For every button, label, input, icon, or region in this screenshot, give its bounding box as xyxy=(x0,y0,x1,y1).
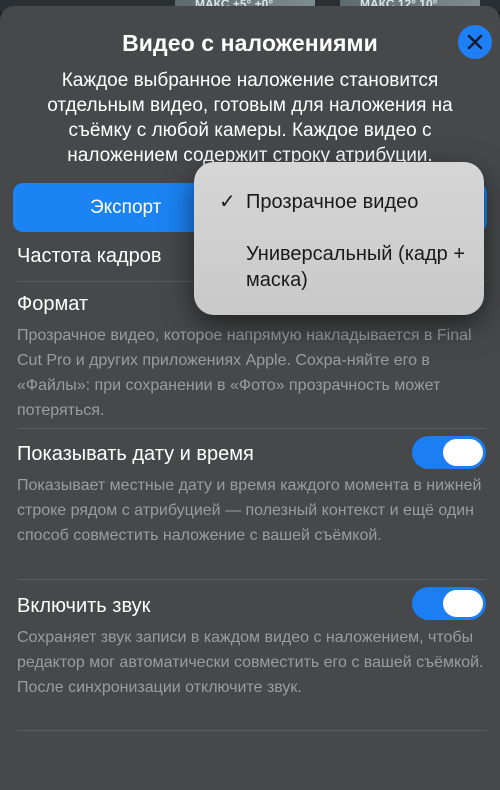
frame-rate-label[interactable]: Частота кадров xyxy=(17,245,162,268)
divider xyxy=(17,730,487,731)
show-datetime-toggle[interactable] xyxy=(412,436,486,469)
checkmark-icon: ✓ xyxy=(219,191,236,213)
sheet-title: Видео с наложениями xyxy=(122,30,378,56)
format-option-label: Универсальный (кадр + маска) xyxy=(246,243,466,291)
divider xyxy=(17,579,487,580)
sound-toggle[interactable] xyxy=(412,587,486,620)
close-icon xyxy=(467,34,483,50)
format-label[interactable]: Формат xyxy=(17,293,88,316)
close-button[interactable] xyxy=(458,25,492,59)
format-dropdown-menu: ✓ Прозрачное видео Универсальный (кадр +… xyxy=(194,162,484,315)
toggle-knob xyxy=(443,590,483,617)
sound-hint: Сохраняет звук записи в каждом видео с н… xyxy=(17,629,484,696)
export-button-label: Экспорт xyxy=(90,197,162,218)
overlay-video-sheet: Видео с наложениями Каждое выбранное нал… xyxy=(0,6,500,790)
toggle-knob xyxy=(443,439,483,466)
format-option-label: Прозрачное видео xyxy=(246,191,419,213)
show-datetime-hint: Показывает местные дату и время каждого … xyxy=(17,477,482,544)
sound-label: Включить звук xyxy=(17,595,151,617)
divider xyxy=(17,428,487,429)
show-datetime-label: Показывать дату и время xyxy=(17,443,254,465)
format-hint: Прозрачное видео, которое напрямую накла… xyxy=(17,327,472,419)
sheet-description: Каждое выбранное наложение становится от… xyxy=(47,70,453,166)
